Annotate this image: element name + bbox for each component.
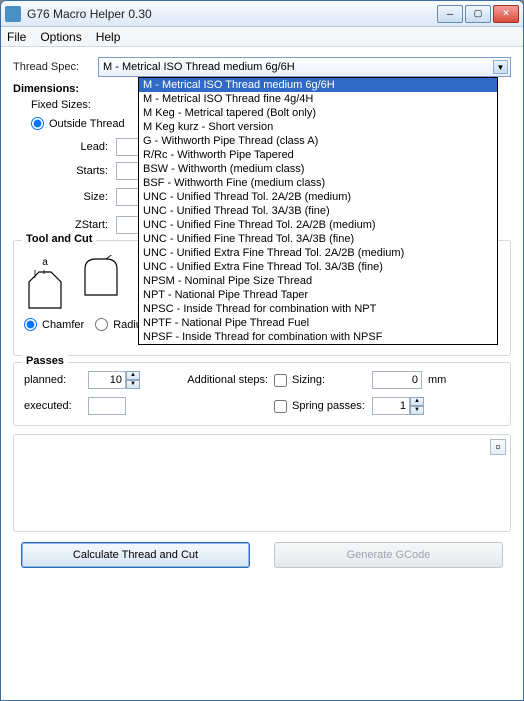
- dropdown-option[interactable]: R/Rc - Withworth Pipe Tapered: [139, 148, 497, 162]
- spin-up-icon[interactable]: ▲: [410, 397, 424, 406]
- dropdown-option[interactable]: G - Withworth Pipe Thread (class A): [139, 134, 497, 148]
- spring-spinner[interactable]: ▲▼: [372, 397, 424, 415]
- planned-spinner[interactable]: ▲▼: [88, 371, 140, 389]
- window-buttons: ─ ▢ ✕: [437, 5, 519, 23]
- dropdown-option[interactable]: UNC - Unified Extra Fine Thread Tol. 3A/…: [139, 260, 497, 274]
- sizing-checkbox[interactable]: [274, 374, 287, 387]
- dropdown-option[interactable]: M Keg kurz - Short version: [139, 120, 497, 134]
- outside-thread-label: Outside Thread: [49, 118, 125, 130]
- chamfer-radio[interactable]: [24, 318, 37, 331]
- dropdown-option[interactable]: NPT - National Pipe Thread Taper: [139, 288, 497, 302]
- dropdown-option[interactable]: BSF - Withworth Fine (medium class): [139, 176, 497, 190]
- size-label: Size:: [31, 191, 116, 203]
- dropdown-option[interactable]: NPTF - National Pipe Thread Fuel: [139, 316, 497, 330]
- spring-passes-label: Spring passes:: [292, 400, 372, 412]
- client-area: Thread Spec: M - Metrical ISO Thread med…: [1, 47, 523, 700]
- thread-spec-value: M - Metrical ISO Thread medium 6g/6H: [103, 61, 295, 73]
- chamfer-shape: a: [24, 255, 66, 310]
- thread-spec-label: Thread Spec:: [13, 61, 98, 73]
- dropdown-option[interactable]: UNC - Unified Extra Fine Thread Tol. 2A/…: [139, 246, 497, 260]
- dropdown-option[interactable]: NPSF - Inside Thread for combination wit…: [139, 330, 497, 344]
- close-button[interactable]: ✕: [493, 5, 519, 23]
- window-title: G76 Macro Helper 0.30: [27, 7, 437, 21]
- dropdown-option[interactable]: NPSC - Inside Thread for combination wit…: [139, 302, 497, 316]
- expand-button[interactable]: ¤: [490, 439, 506, 455]
- planned-input[interactable]: [88, 371, 126, 389]
- passes-title: Passes: [22, 355, 68, 367]
- dropdown-option[interactable]: M - Metrical ISO Thread medium 6g/6H: [139, 78, 497, 92]
- sizing-label: Sizing:: [292, 374, 372, 386]
- titlebar: G76 Macro Helper 0.30 ─ ▢ ✕: [1, 1, 523, 27]
- menu-file[interactable]: File: [7, 30, 26, 44]
- executed-input[interactable]: [88, 397, 126, 415]
- unit-mm: mm: [424, 374, 452, 386]
- dropdown-option[interactable]: BSW - Withworth (medium class): [139, 162, 497, 176]
- menubar: File Options Help: [1, 27, 523, 47]
- thread-spec-dropdown[interactable]: M - Metrical ISO Thread medium 6g/6HM - …: [138, 77, 498, 345]
- thread-spec-select[interactable]: M - Metrical ISO Thread medium 6g/6H ▼: [98, 57, 511, 77]
- tool-and-cut-title: Tool and Cut: [22, 233, 96, 245]
- spin-down-icon[interactable]: ▼: [126, 380, 140, 389]
- dropdown-option[interactable]: M Keg - Metrical tapered (Bolt only): [139, 106, 497, 120]
- outside-thread-radio[interactable]: [31, 117, 44, 130]
- app-icon: [5, 6, 21, 22]
- dropdown-option[interactable]: UNC - Unified Fine Thread Tol. 2A/2B (me…: [139, 218, 497, 232]
- app-window: G76 Macro Helper 0.30 ─ ▢ ✕ File Options…: [0, 0, 524, 701]
- spring-passes-checkbox[interactable]: [274, 400, 287, 413]
- maximize-button[interactable]: ▢: [465, 5, 491, 23]
- spin-down-icon[interactable]: ▼: [410, 406, 424, 415]
- spin-up-icon[interactable]: ▲: [126, 371, 140, 380]
- dropdown-option[interactable]: UNC - Unified Thread Tol. 2A/2B (medium): [139, 190, 497, 204]
- additional-steps-label: Additional steps:: [164, 374, 274, 386]
- starts-label: Starts:: [31, 165, 116, 177]
- shape-a-label: a: [42, 257, 48, 268]
- zstart-label: ZStart:: [31, 219, 116, 231]
- radius-shape: [80, 255, 122, 297]
- passes-group: Passes planned: ▲▼ Additional steps: Siz…: [13, 362, 511, 426]
- dropdown-option[interactable]: UNC - Unified Fine Thread Tol. 3A/3B (fi…: [139, 232, 497, 246]
- output-area: ¤: [13, 434, 511, 532]
- dropdown-option[interactable]: UNC - Unified Thread Tol. 3A/3B (fine): [139, 204, 497, 218]
- chevron-down-icon: ▼: [493, 60, 508, 74]
- spring-input[interactable]: [372, 397, 410, 415]
- executed-label: executed:: [24, 400, 88, 412]
- generate-gcode-button[interactable]: Generate GCode: [274, 542, 503, 568]
- planned-label: planned:: [24, 374, 88, 386]
- dropdown-option[interactable]: NPSM - Nominal Pipe Size Thread: [139, 274, 497, 288]
- menu-options[interactable]: Options: [40, 30, 81, 44]
- menu-help[interactable]: Help: [96, 30, 121, 44]
- lead-label: Lead:: [31, 141, 116, 153]
- dropdown-option[interactable]: M - Metrical ISO Thread fine 4g/4H: [139, 92, 497, 106]
- chamfer-label: Chamfer: [42, 319, 84, 331]
- minimize-button[interactable]: ─: [437, 5, 463, 23]
- sizing-input[interactable]: [372, 371, 422, 389]
- calculate-button[interactable]: Calculate Thread and Cut: [21, 542, 250, 568]
- radius-radio[interactable]: [95, 318, 108, 331]
